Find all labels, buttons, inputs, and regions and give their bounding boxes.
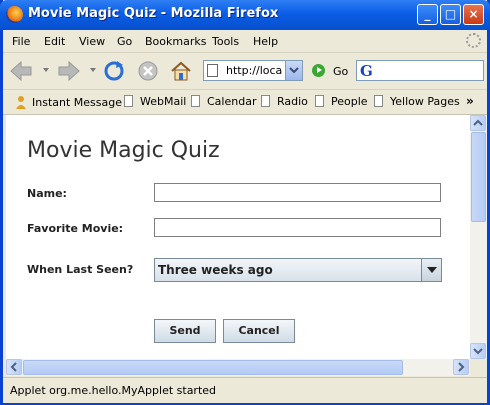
person-icon xyxy=(16,96,26,109)
vertical-scroll-thumb[interactable] xyxy=(471,132,486,222)
chevron-left-icon xyxy=(10,362,17,372)
last-seen-value: Three weeks ago xyxy=(158,263,273,277)
reload-icon xyxy=(104,61,124,81)
bookmark-radio[interactable]: Radio xyxy=(261,95,308,108)
back-arrow-icon xyxy=(10,60,32,82)
bookmark-label: People xyxy=(331,95,368,108)
quiz-title: Movie Magic Quiz xyxy=(27,138,220,163)
browser-window: Movie Magic Quiz - Mozilla Firefox _ □ ×… xyxy=(0,0,490,405)
bookmark-people[interactable]: People xyxy=(315,95,368,108)
bookmark-instant-message[interactable]: Instant Message xyxy=(14,95,122,109)
page-content: Movie Magic Quiz Name: Favorite Movie: W… xyxy=(6,115,470,359)
page-icon xyxy=(124,95,133,107)
chevron-down-icon xyxy=(289,67,299,74)
forward-button[interactable] xyxy=(57,60,81,82)
scroll-right-button[interactable] xyxy=(453,359,469,375)
bookmark-label: Yellow Pages xyxy=(390,95,460,108)
send-button[interactable]: Send xyxy=(154,319,216,343)
navigation-toolbar: http://local Go G xyxy=(3,53,487,90)
scrollbar-corner xyxy=(470,359,487,376)
minimize-button[interactable]: _ xyxy=(417,4,438,25)
chevron-down-icon xyxy=(473,348,483,355)
maximize-button[interactable]: □ xyxy=(440,4,461,25)
go-button[interactable]: Go xyxy=(333,65,348,78)
url-input[interactable]: http://local xyxy=(226,64,282,77)
scroll-left-button[interactable] xyxy=(6,359,22,375)
menu-bar: File Edit View Go Bookmarks Tools Help xyxy=(3,30,487,53)
reload-button[interactable] xyxy=(102,60,126,82)
back-history-dropdown[interactable] xyxy=(43,68,49,72)
name-field[interactable] xyxy=(154,183,441,202)
bookmark-label: Radio xyxy=(277,95,308,108)
status-bar: Applet org.me.hello.MyApplet started xyxy=(3,377,487,403)
favorite-movie-label: Favorite Movie: xyxy=(27,222,124,235)
bookmark-label: WebMail xyxy=(140,95,187,108)
horizontal-scrollbar[interactable] xyxy=(6,359,470,376)
stop-button[interactable] xyxy=(136,60,160,82)
bookmark-webmail[interactable]: WebMail xyxy=(124,95,186,108)
last-seen-select[interactable]: Three weeks ago xyxy=(154,258,442,282)
forward-history-dropdown[interactable] xyxy=(90,68,96,72)
menu-bookmarks[interactable]: Bookmarks xyxy=(145,35,206,48)
page-icon xyxy=(315,95,324,107)
menu-go[interactable]: Go xyxy=(117,35,132,48)
last-seen-dropdown-button[interactable] xyxy=(421,259,441,281)
chevron-up-icon xyxy=(473,119,483,126)
menu-help[interactable]: Help xyxy=(253,35,278,48)
scroll-up-button[interactable] xyxy=(470,115,486,131)
scroll-down-button[interactable] xyxy=(470,343,486,359)
stop-icon xyxy=(138,61,158,81)
bookmark-label: Calendar xyxy=(207,95,257,108)
home-button[interactable] xyxy=(169,60,193,82)
last-seen-label: When Last Seen? xyxy=(27,263,134,276)
page-icon xyxy=(207,64,218,77)
window-title: Movie Magic Quiz - Mozilla Firefox xyxy=(28,6,279,21)
url-history-dropdown[interactable] xyxy=(285,61,302,80)
page-icon xyxy=(374,95,383,107)
horizontal-scroll-thumb[interactable] xyxy=(23,360,403,375)
menu-tools[interactable]: Tools xyxy=(212,35,239,48)
url-bar[interactable]: http://local xyxy=(203,60,303,81)
menu-edit[interactable]: Edit xyxy=(44,35,65,48)
bookmark-label: Instant Message xyxy=(32,96,122,109)
chevron-right-icon xyxy=(458,362,465,372)
forward-arrow-icon xyxy=(58,60,80,82)
menu-file[interactable]: File xyxy=(12,35,30,48)
firefox-logo-icon xyxy=(6,6,23,23)
bookmarks-toolbar: Instant Message WebMail Calendar Radio P… xyxy=(3,90,487,115)
throbber-icon xyxy=(466,33,481,48)
close-button[interactable]: × xyxy=(463,4,484,25)
page-icon xyxy=(191,95,200,107)
cancel-button[interactable]: Cancel xyxy=(223,319,295,343)
search-box[interactable]: G xyxy=(356,60,484,81)
page-icon xyxy=(261,95,270,107)
home-icon xyxy=(171,61,191,81)
google-search-icon[interactable]: G xyxy=(360,62,373,80)
name-label: Name: xyxy=(27,187,67,200)
go-icon[interactable] xyxy=(312,64,325,77)
bookmarks-more-chevron[interactable]: » xyxy=(466,94,474,108)
favorite-movie-field[interactable] xyxy=(154,218,441,237)
status-text: Applet org.me.hello.MyApplet started xyxy=(10,384,217,397)
bookmark-yellow-pages[interactable]: Yellow Pages xyxy=(374,95,460,108)
title-bar: Movie Magic Quiz - Mozilla Firefox _ □ × xyxy=(0,0,490,30)
vertical-scrollbar[interactable] xyxy=(470,115,487,359)
back-button[interactable] xyxy=(9,60,33,82)
bookmark-calendar[interactable]: Calendar xyxy=(191,95,256,108)
menu-view[interactable]: View xyxy=(79,35,105,48)
